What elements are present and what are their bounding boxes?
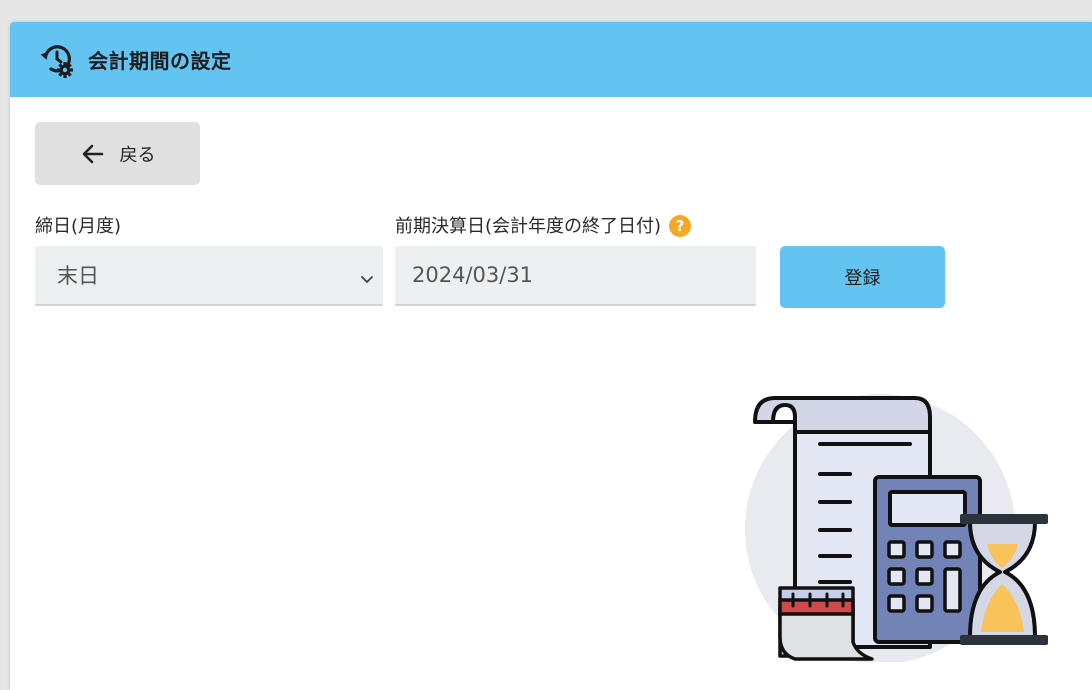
back-button[interactable]: 戻る bbox=[35, 122, 200, 185]
previous-closing-date-field[interactable]: 2024/03/31 bbox=[395, 246, 756, 306]
back-button-label: 戻る bbox=[119, 144, 156, 166]
previous-closing-date-label-row: 前期決算日(会計年度の終了日付) ? bbox=[395, 212, 692, 238]
settings-card: 会計期間の設定 戻る 締日(月度) 前期決算日(会計年度の終了日付) ? 末日 … bbox=[10, 22, 1092, 690]
page-header: 会計期間の設定 bbox=[10, 22, 1092, 97]
register-button[interactable]: 登録 bbox=[780, 246, 945, 308]
question-circle-icon[interactable]: ? bbox=[669, 215, 692, 237]
accounting-illustration bbox=[735, 372, 1055, 664]
register-button-label: 登録 bbox=[844, 268, 881, 289]
closing-day-label: 締日(月度) bbox=[35, 216, 122, 237]
closing-day-selected-value: 末日 bbox=[57, 264, 99, 288]
previous-closing-date-value: 2024/03/31 bbox=[412, 263, 534, 287]
history-gear-icon bbox=[38, 41, 76, 79]
chevron-down-icon bbox=[359, 268, 375, 284]
calculator-icon bbox=[873, 475, 982, 644]
page-title: 会計期間の設定 bbox=[88, 49, 232, 73]
previous-closing-date-label: 前期決算日(会計年度の終了日付) bbox=[395, 216, 662, 237]
closing-day-select[interactable]: 末日 bbox=[35, 246, 383, 306]
arrow-left-icon bbox=[80, 141, 106, 167]
